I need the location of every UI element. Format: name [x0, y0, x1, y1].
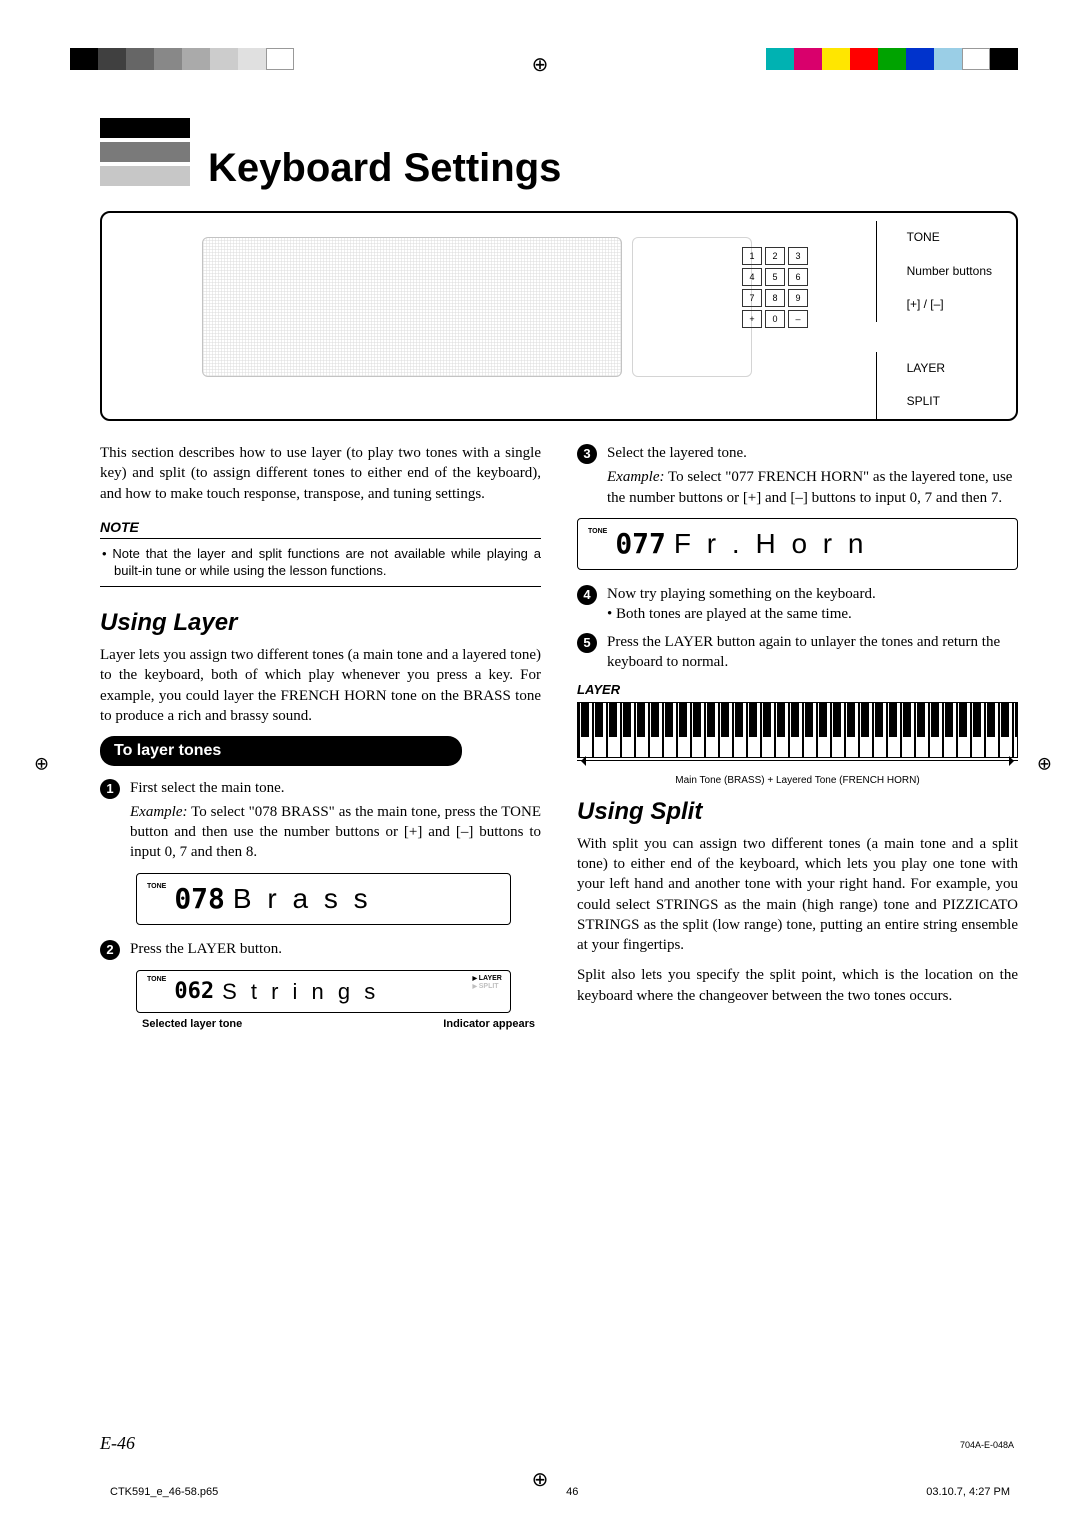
step3-text: Select the layered tone.	[607, 445, 747, 461]
page-title: Keyboard Settings	[208, 146, 561, 191]
subheading-to-layer: To layer tones	[100, 736, 462, 766]
lcd-number: 062	[174, 977, 214, 1007]
document-id: 704A-E-048A	[960, 1440, 1014, 1450]
footer-sheet: 46	[566, 1486, 578, 1498]
callout-split: SPLIT	[876, 385, 992, 419]
diagram-keypad: 123456 789+0–	[742, 247, 808, 328]
using-layer-body: Layer lets you assign two different tone…	[100, 645, 541, 726]
lcd-tone-label: TONE	[147, 882, 166, 891]
indicator-layer: LAYER	[472, 975, 501, 982]
using-split-body1: With split you can assign two different …	[577, 834, 1018, 956]
step3-example-text: To select "077 FRENCH HORN" as the layer…	[607, 469, 1012, 505]
note-box: NOTE Note that the layer and split funct…	[100, 518, 541, 587]
note-title: NOTE	[100, 518, 541, 539]
callout-layer: LAYER	[876, 352, 992, 386]
step4-sub: Both tones are played at the same time.	[616, 606, 852, 622]
lcd-display-strings: TONE 062 S t r i n g s LAYER SPLIT	[136, 970, 511, 1014]
caption-selected-layer: Selected layer tone	[142, 1017, 242, 1032]
step-number-icon: 1	[100, 779, 120, 799]
step1-text: First select the main tone.	[130, 780, 285, 796]
page-number: E-46	[100, 1433, 135, 1454]
step1-example-text: To select "078 BRASS" as the main tone, …	[130, 804, 541, 861]
chapter-ornament-icon	[100, 106, 190, 190]
heading-using-layer: Using Layer	[100, 607, 541, 639]
lcd-tone-label: TONE	[588, 527, 607, 536]
lcd-tone-label: TONE	[147, 975, 166, 984]
registration-mark-right-icon: ⊕	[1037, 754, 1052, 775]
footer-timestamp: 03.10.7, 4:27 PM	[926, 1486, 1010, 1498]
lcd-name: F r . H o r n	[674, 525, 868, 563]
left-column: This section describes how to use layer …	[100, 443, 541, 1044]
page-content: Keyboard Settings 123456 789+0– TONE Num…	[100, 106, 1018, 1458]
lcd-display-frhorn: TONE 077 F r . H o r n	[577, 518, 1018, 570]
step5-text: Press the LAYER button again to unlayer …	[607, 632, 1018, 673]
lcd-name: B r a s s	[233, 880, 372, 918]
footer-filename: CTK591_e_46-58.p65	[110, 1486, 218, 1498]
diagram-callouts: TONE Number buttons [+] / [–] LAYER SPLI…	[886, 221, 992, 419]
step2-text: Press the LAYER button.	[130, 939, 541, 959]
step-4: 4 Now try playing something on the keybo…	[577, 584, 1018, 625]
step-number-icon: 3	[577, 444, 597, 464]
lcd-number: 078	[174, 880, 225, 918]
lcd-display-brass: TONE 078 B r a s s	[136, 873, 511, 925]
step4-text: Now try playing something on the keyboar…	[607, 586, 876, 602]
keyboard-graphic-icon	[577, 702, 1018, 758]
step-number-icon: 2	[100, 940, 120, 960]
step-1: 1 First select the main tone. Example: T…	[100, 778, 541, 863]
print-colorbar-right	[766, 48, 1018, 70]
using-split-body2: Split also lets you specify the split po…	[577, 965, 1018, 1006]
callout-tone: TONE	[876, 221, 992, 255]
step-3: 3 Select the layered tone. Example: To s…	[577, 443, 1018, 508]
footer-meta: CTK591_e_46-58.p65 46 03.10.7, 4:27 PM	[110, 1486, 1010, 1498]
chapter-header: Keyboard Settings	[100, 106, 1018, 191]
figure-caption: Main Tone (BRASS) + Layered Tone (FRENCH…	[577, 774, 1018, 788]
intro-paragraph: This section describes how to use layer …	[100, 443, 541, 504]
lcd-number: 077	[615, 525, 666, 563]
step3-example-label: Example:	[607, 469, 664, 485]
step-number-icon: 5	[577, 633, 597, 653]
registration-mark-left-icon: ⊕	[34, 754, 49, 775]
callout-number-buttons: Number buttons	[876, 255, 992, 289]
heading-using-split: Using Split	[577, 796, 1018, 828]
callout-plus-minus: [+] / [–]	[876, 288, 992, 322]
indicator-split: SPLIT	[472, 983, 498, 990]
right-column: 3 Select the layered tone. Example: To s…	[577, 443, 1018, 1044]
lcd-indicators: LAYER SPLIT	[472, 975, 501, 992]
range-arrow-icon	[577, 760, 1018, 770]
step-2: 2 Press the LAYER button.	[100, 939, 541, 960]
lcd-name: S t r i n g s	[222, 977, 379, 1007]
lcd-caption-row: Selected layer tone Indicator appears	[100, 1017, 541, 1032]
step-5: 5 Press the LAYER button again to unlaye…	[577, 632, 1018, 673]
figure-label-layer: LAYER	[577, 681, 1018, 699]
step-number-icon: 4	[577, 585, 597, 605]
step1-example-label: Example:	[130, 804, 187, 820]
note-body: Note that the layer and split functions …	[100, 539, 541, 587]
caption-indicator: Indicator appears	[443, 1017, 535, 1032]
keyboard-panel-diagram: 123456 789+0– TONE Number buttons [+] / …	[100, 211, 1018, 421]
print-colorbar-left	[70, 48, 294, 70]
registration-mark-top-icon: ⊕	[532, 52, 549, 77]
keyboard-range-figure: LAYER Main Tone (BRASS) + Layered Tone (…	[577, 681, 1018, 788]
